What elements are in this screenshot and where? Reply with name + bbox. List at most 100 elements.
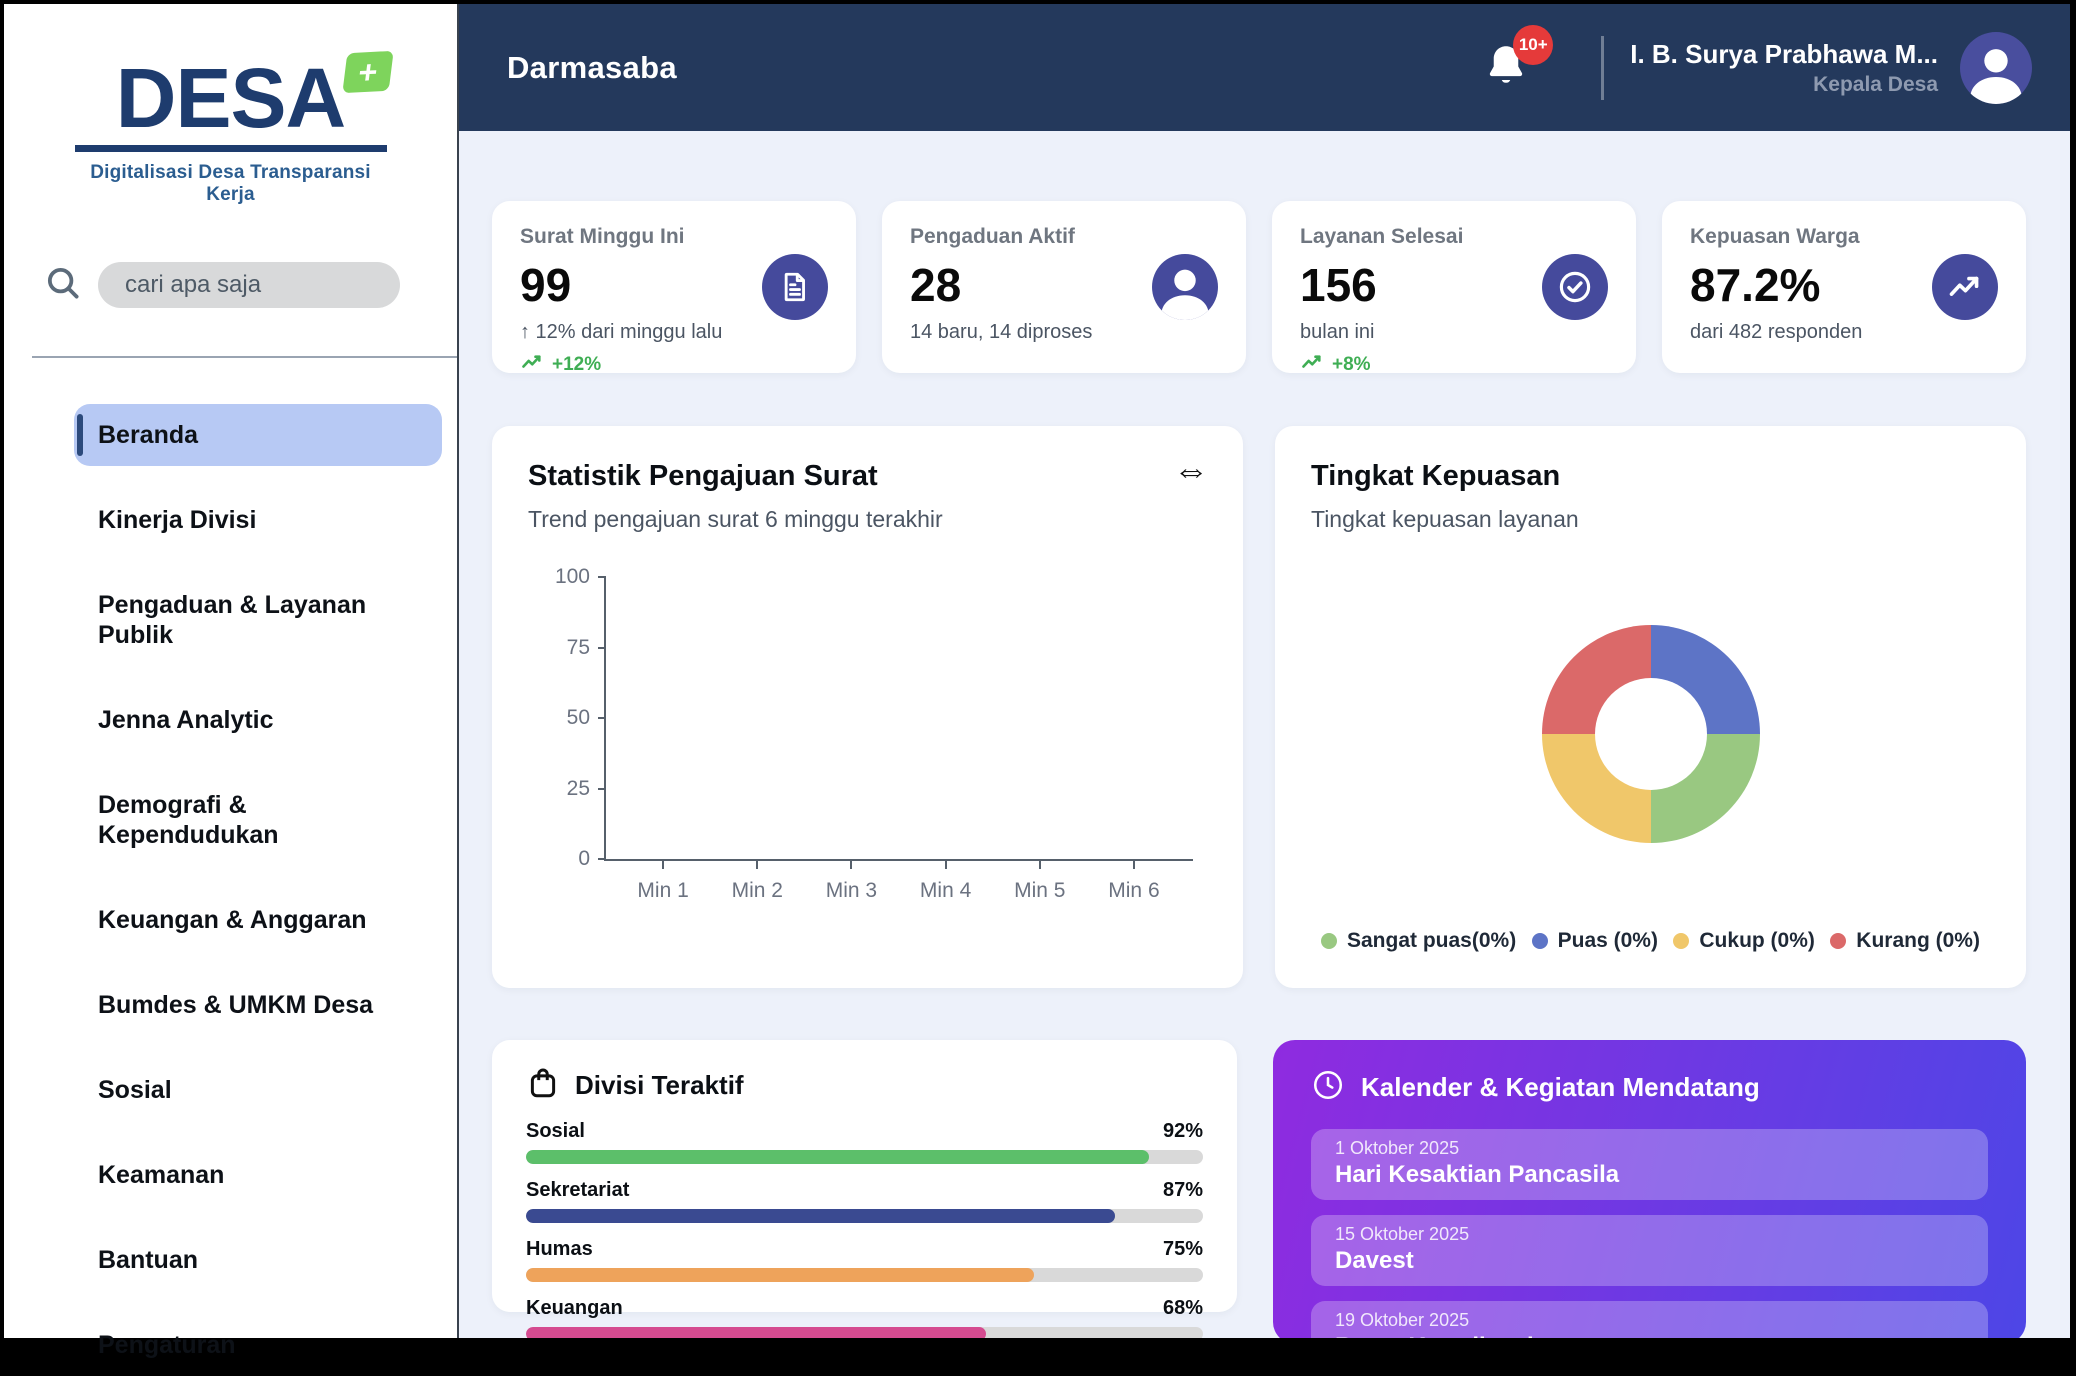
division-label: Humas xyxy=(526,1238,593,1261)
logo: DESA + Digitalisasi Desa Transparansi Ke… xyxy=(75,56,387,206)
sidebar-item-pengaturan[interactable]: Pengaturan xyxy=(74,1314,442,1376)
division-row-humas: Humas 75% xyxy=(526,1238,1203,1282)
progress-track xyxy=(526,1268,1203,1282)
notification-bell[interactable]: 10+ xyxy=(1483,41,1529,94)
legend-dot xyxy=(1673,933,1689,949)
progress-fill xyxy=(526,1327,986,1338)
legend-dot xyxy=(1321,933,1337,949)
stat-subtitle: dari 482 responden xyxy=(1690,321,1862,344)
sidebar-item-label: Keuangan & Anggaran xyxy=(98,906,367,934)
sidebar-item-label: Beranda xyxy=(98,421,198,449)
y-tick-mark xyxy=(598,788,606,790)
stat-card-kepuasan-warga: Kepuasan Warga87.2%dari 482 responden xyxy=(1662,201,2026,373)
event-row-hari-kesaktian-pancasila: 1 Oktober 2025Hari Kesaktian Pancasila xyxy=(1311,1129,1988,1200)
main-area: Darmasaba 10+ I. B. Surya Prabhawa M... … xyxy=(459,4,2070,1338)
sidebar-item-pengaduan-layanan-publik[interactable]: Pengaduan & Layanan Publik xyxy=(74,574,442,666)
app-window: DESA + Digitalisasi Desa Transparansi Ke… xyxy=(4,4,2070,1338)
legend-label: Kurang (0%) xyxy=(1856,929,1980,953)
x-tick-mark xyxy=(756,861,758,869)
stat-trend-value: +8% xyxy=(1332,354,1371,376)
x-tick-mark xyxy=(850,861,852,869)
division-row-sosial: Sosial92% xyxy=(526,1120,1203,1164)
page-title: Darmasaba xyxy=(507,50,677,86)
search-icon xyxy=(44,264,82,307)
stat-title: Pengaduan Aktif xyxy=(910,225,1092,249)
stat-value: 99 xyxy=(520,258,722,312)
resize-arrows-icon[interactable]: ⇔ xyxy=(1173,452,1209,488)
event-list: 1 Oktober 2025Hari Kesaktian Pancasila15… xyxy=(1311,1129,1988,1338)
user-name: I. B. Surya Prabhawa M... xyxy=(1630,39,1938,70)
legend-dot xyxy=(1830,933,1846,949)
user-info[interactable]: I. B. Surya Prabhawa M... Kepala Desa xyxy=(1630,39,1938,97)
sidebar-item-demografi-kependudukan[interactable]: Demografi & Kependudukan xyxy=(74,774,442,866)
sidebar-item-label: Kinerja Divisi xyxy=(98,506,256,534)
y-tick-label: 100 xyxy=(555,565,590,589)
sidebar-item-label: Bantuan xyxy=(98,1246,198,1274)
donut-chart-title: Tingkat Kepuasan xyxy=(1311,460,1990,493)
sidebar-item-keamanan[interactable]: Keamanan xyxy=(74,1144,442,1206)
donut-chart xyxy=(1542,625,1760,843)
charts-row: Statistik Pengajuan Surat Trend pengajua… xyxy=(492,426,2026,988)
calendar-title: Kalender & Kegiatan Mendatang xyxy=(1361,1072,1760,1103)
divisions-header: Divisi Teraktif xyxy=(526,1066,1203,1105)
x-axis-label: Min 3 xyxy=(826,879,877,903)
division-row-header: Sekretariat87% xyxy=(526,1179,1203,1202)
top-header: Darmasaba 10+ I. B. Surya Prabhawa M... … xyxy=(459,4,2070,131)
stat-info: Pengaduan Aktif2814 baru, 14 diproses xyxy=(910,225,1092,349)
sidebar-item-bantuan[interactable]: Bantuan xyxy=(74,1229,442,1291)
calendar-card: Kalender & Kegiatan Mendatang 1 Oktober … xyxy=(1273,1040,2026,1338)
division-percent: 75% xyxy=(1163,1238,1203,1261)
sidebar-item-jenna-analytic[interactable]: Jenna Analytic xyxy=(74,689,442,751)
division-row-keuangan: Keuangan68% xyxy=(526,1297,1203,1338)
logo-tagline: Digitalisasi Desa Transparansi Kerja xyxy=(75,162,387,206)
active-divisions-card: Divisi Teraktif Sosial92% Sekretariat87% H… xyxy=(492,1040,1237,1312)
progress-fill xyxy=(526,1209,1115,1223)
stat-card-surat-minggu-ini: Surat Minggu Ini99↑ 12% dari minggu lalu… xyxy=(492,201,856,373)
sidebar-item-kinerja-divisi[interactable]: Kinerja Divisi xyxy=(74,489,442,551)
search-input[interactable] xyxy=(98,262,400,308)
division-row-header: Humas 75% xyxy=(526,1238,1203,1261)
event-name: Davest xyxy=(1335,1247,1964,1275)
sidebar-item-keuangan-anggaran[interactable]: Keuangan & Anggaran xyxy=(74,889,442,951)
y-tick-label: 75 xyxy=(567,636,590,660)
sidebar-item-bumdes-umkm-desa[interactable]: Bumdes & UMKM Desa xyxy=(74,974,442,1036)
legend-label: Cukup (0%) xyxy=(1699,929,1815,953)
briefcase-icon xyxy=(526,1066,560,1105)
sidebar-item-sosial[interactable]: Sosial xyxy=(74,1059,442,1121)
donut-legend: Sangat puas(0%)Puas (0%)Cukup (0%)Kurang… xyxy=(1311,929,1990,953)
donut-chart-card: Tingkat Kepuasan Tingkat kepuasan layana… xyxy=(1275,426,2026,988)
stat-info: Layanan Selesai156bulan ini+8% xyxy=(1300,225,1463,349)
x-tick-mark xyxy=(945,861,947,869)
x-axis-label: Min 1 xyxy=(637,879,688,903)
x-slot: Min 4 xyxy=(899,861,993,903)
progress-track xyxy=(526,1150,1203,1164)
bar-chart-plot: 0255075100 xyxy=(604,577,1193,861)
user-avatar[interactable] xyxy=(1960,32,2032,104)
y-tick-mark xyxy=(598,576,606,578)
division-percent: 87% xyxy=(1163,1179,1203,1202)
sidebar-item-beranda[interactable]: Beranda xyxy=(74,404,442,466)
legend-item-kurang-0: Kurang (0%) xyxy=(1830,929,1980,953)
y-tick-mark xyxy=(598,717,606,719)
stat-info: Surat Minggu Ini99↑ 12% dari minggu lalu… xyxy=(520,225,722,349)
user-role: Kepala Desa xyxy=(1630,73,1938,97)
sidebar-divider xyxy=(32,356,457,358)
sidebar-item-label: Keamanan xyxy=(98,1161,224,1189)
sidebar-item-label: Demografi & Kependudukan xyxy=(98,791,279,849)
mini-trend-icon xyxy=(1300,350,1324,380)
bar-chart-card: Statistik Pengajuan Surat Trend pengajua… xyxy=(492,426,1243,988)
clock-icon xyxy=(1311,1068,1345,1107)
stat-value: 156 xyxy=(1300,258,1463,312)
bars xyxy=(606,577,1193,859)
legend-label: Puas (0%) xyxy=(1558,929,1658,953)
sidebar-menu: Beranda Kinerja Divisi Pengaduan & Layanan… xyxy=(74,404,442,1376)
division-percent: 68% xyxy=(1163,1297,1203,1320)
trending-up-icon xyxy=(1932,254,1998,320)
y-tick-mark xyxy=(598,647,606,649)
calendar-header: Kalender & Kegiatan Mendatang xyxy=(1311,1068,1988,1107)
legend-dot xyxy=(1532,933,1548,949)
donut-chart-subtitle: Tingkat kepuasan layanan xyxy=(1311,506,1990,533)
sidebar-item-label: Pengaturan xyxy=(98,1331,236,1359)
y-tick-mark xyxy=(598,858,606,860)
x-axis-label: Min 4 xyxy=(920,879,971,903)
